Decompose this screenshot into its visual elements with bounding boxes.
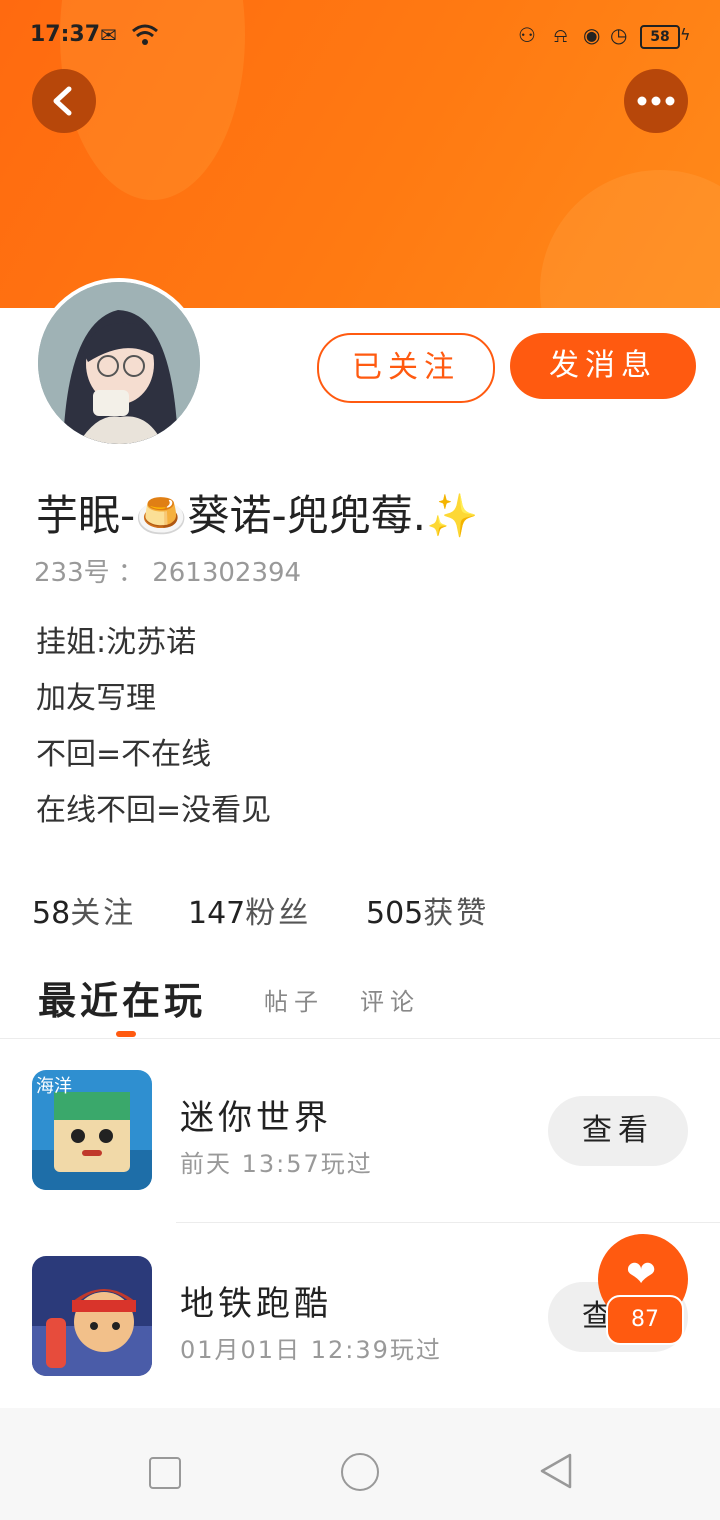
send-message-button[interactable]: 发消息 bbox=[510, 333, 696, 399]
following-stat[interactable]: 58关注 bbox=[32, 888, 136, 932]
followers-stat[interactable]: 147粉丝 bbox=[188, 888, 311, 932]
likes-stat[interactable]: 505获赞 bbox=[366, 888, 489, 932]
bio-line: 不回=不在线 bbox=[36, 737, 212, 772]
bio-line: 加友写理 bbox=[36, 681, 156, 716]
mute-icon: ⍾ bbox=[554, 23, 568, 47]
game-last-played: 01月01日 12:39玩过 bbox=[180, 1336, 442, 1364]
divider bbox=[0, 1038, 720, 1039]
divider bbox=[176, 1222, 720, 1223]
likes-count: 505 bbox=[366, 896, 424, 931]
followers-label: 粉丝 bbox=[245, 896, 312, 931]
alarm-icon: ◷ bbox=[610, 23, 628, 47]
followers-count: 147 bbox=[188, 896, 246, 931]
heart-icon: ❤ bbox=[626, 1254, 657, 1295]
banner-decoration bbox=[540, 170, 720, 308]
user-id-separator: ： bbox=[117, 558, 144, 588]
avatar[interactable] bbox=[34, 278, 204, 448]
avatar-image bbox=[38, 282, 200, 444]
game-icon-text: 海洋 bbox=[36, 1076, 72, 1097]
tab-recently-played[interactable]: 最近在玩 bbox=[38, 970, 206, 1025]
status-time: 17:37 bbox=[30, 22, 101, 47]
subway-surfers-game-icon bbox=[32, 1256, 152, 1376]
active-tab-indicator bbox=[116, 1031, 136, 1037]
tab-posts[interactable]: 帖子 bbox=[264, 982, 324, 1017]
game-last-played: 前天 13:57玩过 bbox=[180, 1150, 373, 1178]
following-count: 58 bbox=[32, 896, 71, 931]
like-count-badge[interactable]: 87 bbox=[606, 1295, 684, 1345]
user-id: 233号 ： 261302394 bbox=[34, 552, 301, 589]
user-id-label: 233号 bbox=[34, 558, 110, 588]
nav-back-icon[interactable] bbox=[538, 1452, 574, 1490]
notification-icon: ✉ bbox=[100, 23, 117, 47]
wifi-icon bbox=[132, 24, 158, 45]
more-options-button[interactable] bbox=[624, 69, 688, 133]
lock-icon: ◉ bbox=[583, 23, 601, 47]
gamepad-icon: ⚇ bbox=[518, 23, 536, 47]
more-icon bbox=[637, 96, 675, 106]
back-icon bbox=[53, 86, 72, 116]
nav-recents-icon[interactable] bbox=[149, 1457, 181, 1489]
profile-name: 芋眠-🍮葵诺-兜兜莓.✨ bbox=[36, 491, 479, 540]
charging-icon: ϟ bbox=[680, 25, 691, 44]
likes-label: 获赞 bbox=[423, 896, 490, 931]
following-label: 关注 bbox=[70, 896, 137, 931]
game-name: 迷你世界 bbox=[180, 1098, 332, 1138]
bio-line: 挂姐:沈苏诺 bbox=[36, 625, 197, 660]
followed-button[interactable]: 已关注 bbox=[317, 333, 495, 403]
game-name: 地铁跑酷 bbox=[180, 1284, 332, 1324]
mini-world-game-icon: 海洋 bbox=[32, 1070, 152, 1190]
tab-comments[interactable]: 评论 bbox=[360, 982, 420, 1017]
list-item[interactable]: 海洋 迷你世界 前天 13:57玩过 查看 bbox=[0, 1060, 720, 1210]
bio-line: 在线不回=没看见 bbox=[36, 793, 272, 828]
battery-indicator: 58 bbox=[640, 25, 680, 49]
view-button[interactable]: 查看 bbox=[548, 1096, 688, 1166]
status-bar: 17:37 ✉ ⚇ ⍾ ◉ ◷ 58 ϟ bbox=[0, 0, 720, 72]
nav-home-icon[interactable] bbox=[341, 1453, 379, 1491]
back-button[interactable] bbox=[32, 69, 96, 133]
user-id-value: 261302394 bbox=[152, 558, 302, 588]
